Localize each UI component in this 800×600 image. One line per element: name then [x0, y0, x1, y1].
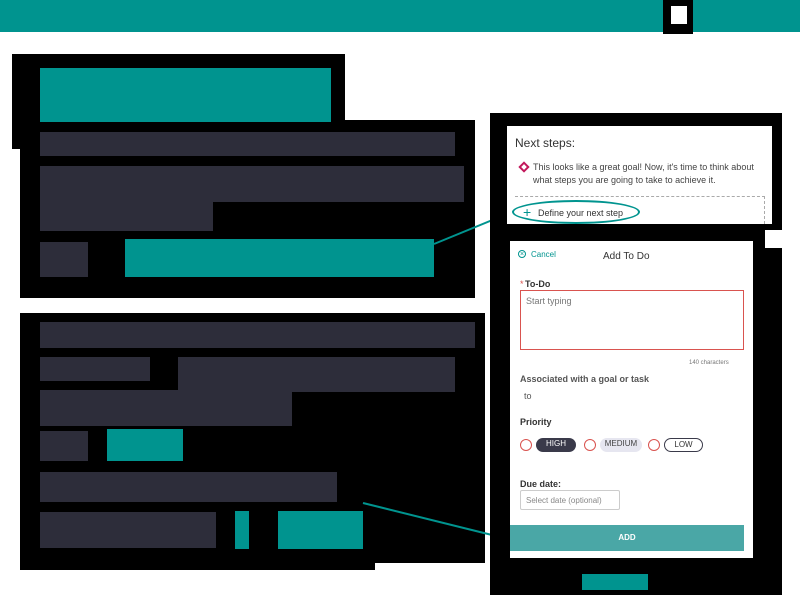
priority-medium-radio[interactable] [584, 439, 596, 451]
char-count: 140 characters [689, 360, 729, 366]
assoc-label: Associated with a goal or task [520, 374, 650, 384]
add-button-label: ADD [618, 533, 636, 542]
next-steps-card: Next steps: This looks like a great goal… [507, 126, 772, 224]
add-todo-title: Add To Do [603, 251, 650, 262]
bottom-tab[interactable] [582, 574, 648, 590]
due-label: Due date: [520, 479, 562, 489]
define-step-text: Define your next step [538, 208, 624, 218]
add-button[interactable]: ADD [510, 525, 744, 551]
required-asterisk: * [520, 279, 524, 289]
todo-label: To-Do [525, 279, 551, 289]
priority-high-radio[interactable] [520, 439, 532, 451]
add-todo-card-frame-right [760, 248, 782, 595]
next-steps-title: Next steps: [515, 136, 576, 150]
priority-low-radio[interactable] [648, 439, 660, 451]
next-steps-message: This looks like a great goal! Now, it's … [533, 162, 754, 185]
cancel-icon[interactable]: × [518, 250, 526, 258]
priority-high-pill[interactable]: HIGH [536, 438, 576, 452]
cancel-button[interactable]: Cancel [531, 250, 556, 259]
priority-low-pill[interactable]: LOW [664, 438, 703, 452]
todo-textarea[interactable]: Start typing [520, 290, 744, 350]
diamond-icon [518, 161, 530, 173]
plus-icon: + [523, 204, 532, 220]
todo-placeholder: Start typing [526, 296, 572, 306]
priority-medium-pill[interactable]: MEDIUM [600, 438, 642, 452]
add-todo-card: × Cancel Add To Do * To-Do Start typing … [510, 241, 753, 558]
connector-bottom [362, 502, 493, 536]
priority-label: Priority [520, 417, 552, 427]
due-placeholder: Select date (optional) [526, 496, 602, 505]
due-date-input[interactable]: Select date (optional) [520, 490, 620, 510]
define-step-link[interactable]: + Define your next step [512, 200, 640, 224]
assoc-value[interactable]: to [524, 391, 532, 401]
